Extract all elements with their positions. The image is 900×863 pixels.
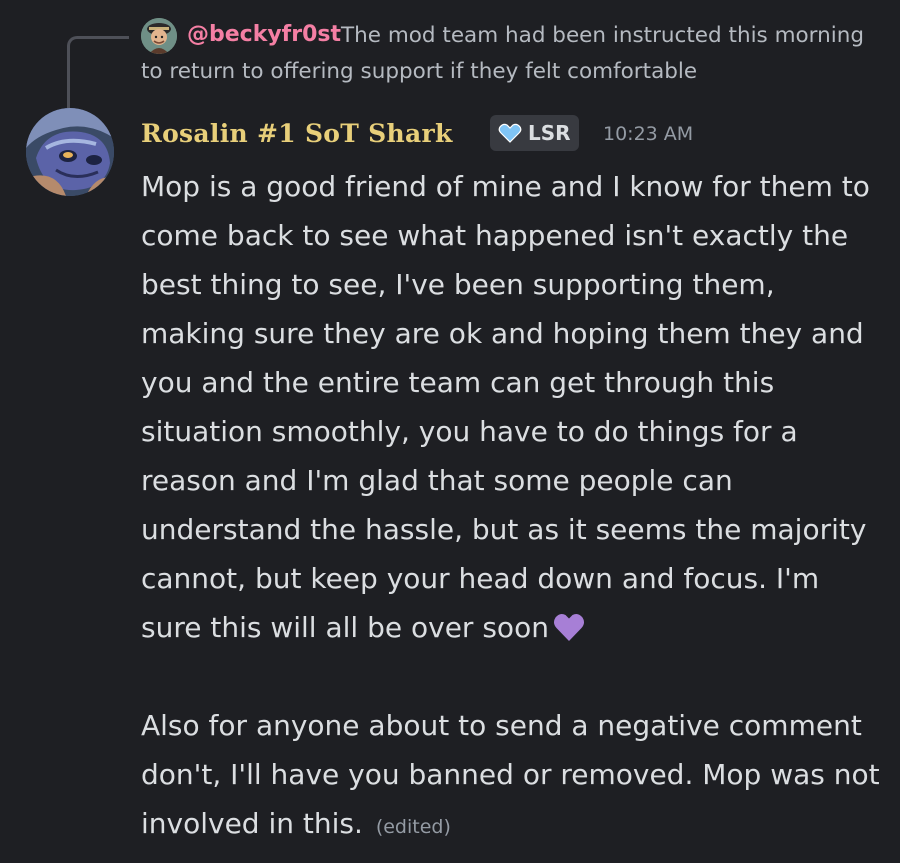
author-avatar-image xyxy=(26,108,114,196)
message-content: Mop is a good friend of mine and I know … xyxy=(141,162,886,852)
server-tag[interactable]: LSR xyxy=(490,115,579,151)
heart-shield-icon xyxy=(498,123,522,143)
edited-label: (edited) xyxy=(375,816,451,838)
server-tag-label: LSR xyxy=(528,121,571,145)
author-avatar[interactable] xyxy=(26,108,114,196)
author-name[interactable]: Rosalin #1 SoT Shark xyxy=(141,114,453,154)
message-paragraph-text: Also for anyone about to send a negative… xyxy=(141,709,880,840)
message-paragraph-text: Mop is a good friend of mine and I know … xyxy=(141,170,870,644)
message-paragraph: Mop is a good friend of mine and I know … xyxy=(141,162,886,652)
purple-heart-icon[interactable] xyxy=(553,612,585,642)
message-timestamp[interactable]: 10:23 AM xyxy=(603,118,693,150)
message-paragraph: Also for anyone about to send a negative… xyxy=(141,701,886,852)
reply-author[interactable]: @beckyfr0st xyxy=(187,18,341,52)
reply-connector xyxy=(67,36,129,110)
